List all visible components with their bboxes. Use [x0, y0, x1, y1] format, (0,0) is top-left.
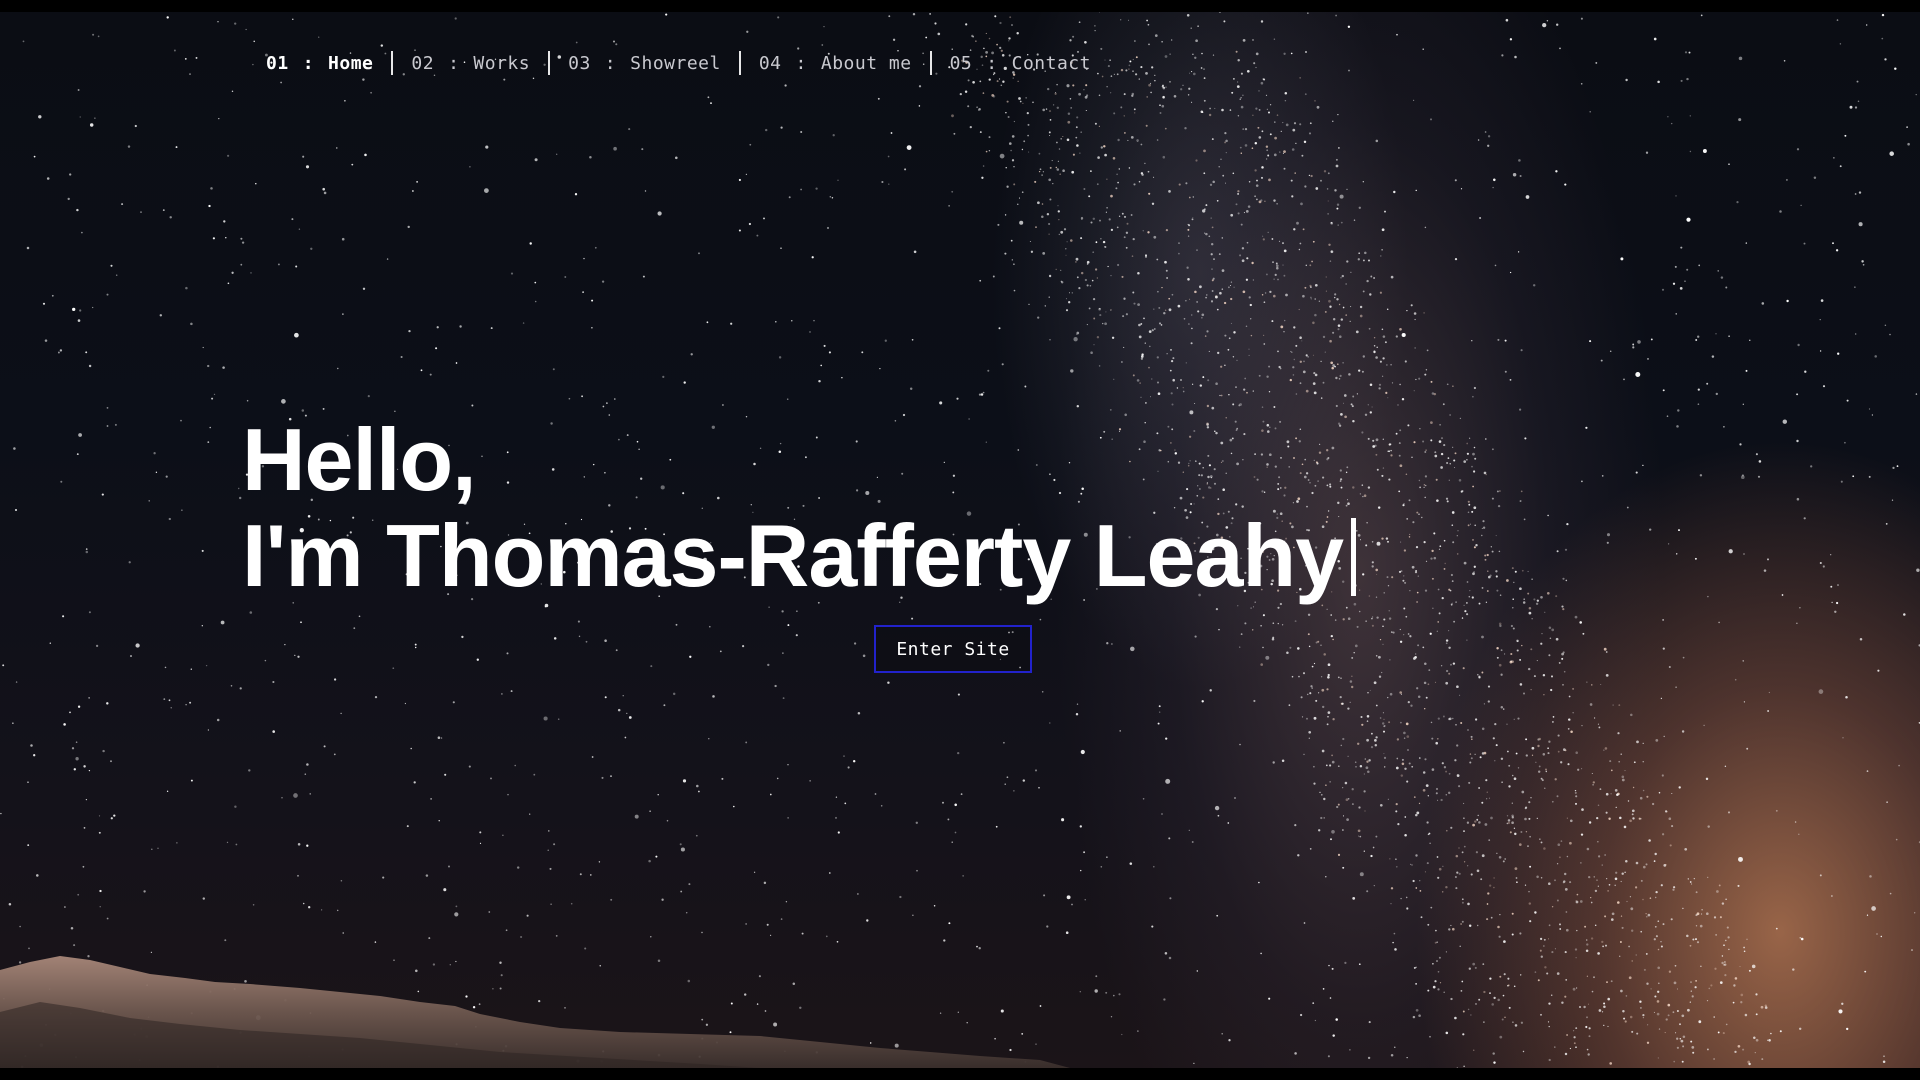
nav-item-separator: :	[604, 52, 617, 74]
nav-item-about[interactable]: 04: About me	[741, 50, 930, 76]
nav-item-works[interactable]: 02: Works	[393, 50, 548, 76]
nav-item-separator: :	[302, 52, 315, 74]
nav-item-contact[interactable]: 05: Contact	[932, 50, 1109, 76]
page: 01: Home 02: Works 03: Showreel 04: About me…	[0, 0, 1920, 1080]
nav-item-separator: :	[986, 52, 998, 74]
hero-heading: Hello, I'm Thomas-Rafferty Leahy	[242, 410, 1357, 605]
nav-item-label: Works	[473, 52, 531, 74]
nav-item-separator: :	[448, 52, 460, 74]
nav-item-number: 05	[949, 52, 973, 74]
enter-site-button[interactable]: Enter Site	[874, 625, 1032, 673]
main-nav: 01: Home 02: Works 03: Showreel 04: About me…	[266, 50, 1109, 76]
nav-item-label: Contact	[1011, 52, 1091, 74]
hero-name-line: I'm Thomas-Rafferty Leahy	[242, 506, 1357, 605]
nav-item-label: About me	[820, 52, 912, 74]
nav-divider	[548, 51, 551, 75]
nav-item-number: 01	[266, 52, 289, 74]
nav-divider	[738, 51, 741, 75]
nav-item-label: Showreel	[630, 52, 721, 74]
nav-item-number: 03	[568, 52, 591, 74]
nav-item-showreel[interactable]: 03: Showreel	[550, 50, 739, 76]
hero-name: I'm Thomas-Rafferty Leahy	[242, 506, 1344, 605]
nav-item-home[interactable]: 01: Home	[266, 50, 391, 76]
nav-item-separator: :	[795, 52, 807, 74]
nav-divider	[929, 51, 932, 75]
nav-item-number: 02	[411, 52, 435, 74]
typing-cursor	[1351, 518, 1357, 596]
nav-item-number: 04	[758, 52, 782, 74]
hero-greeting: Hello,	[242, 410, 477, 509]
nav-divider	[391, 51, 394, 75]
nav-item-label: Home	[328, 52, 374, 74]
